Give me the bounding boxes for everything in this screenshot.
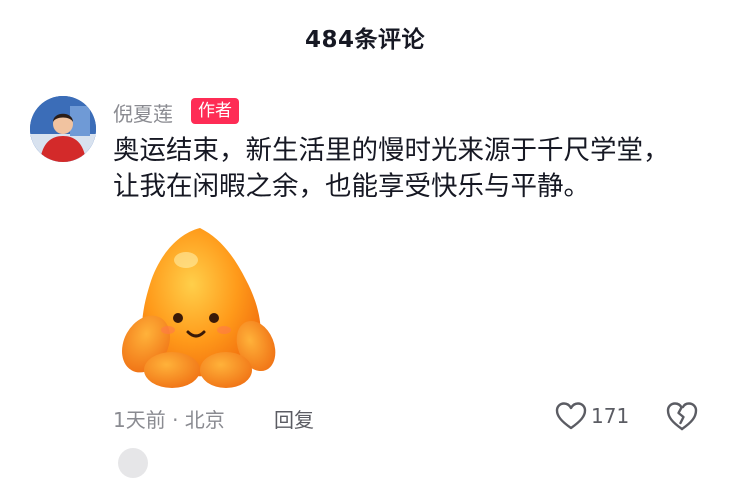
avatar[interactable] (30, 96, 96, 162)
comment-author[interactable]: 倪夏莲 (113, 98, 173, 127)
page-title: 484条评论 (304, 27, 425, 53)
peach-sticker (116, 220, 286, 392)
next-comment-avatar[interactable] (118, 448, 148, 478)
comment-meta: 1天前 · 北京 (113, 408, 225, 432)
author-badge: 作者 (191, 98, 239, 124)
heart-outline-icon (555, 402, 587, 430)
comment-text: 奥运结束，新生活里的慢时光来源于千尺学堂，让我在闲暇之余，也能享受快乐与平静。 (113, 135, 670, 202)
avatar-image (30, 96, 96, 162)
peach-sticker-icon (122, 228, 276, 388)
dislike-button[interactable] (665, 400, 699, 432)
broken-heart-icon (666, 402, 698, 431)
like-button[interactable]: 171 (555, 400, 629, 432)
reply-button[interactable]: 回复 (274, 404, 314, 433)
like-count: 171 (591, 404, 630, 428)
